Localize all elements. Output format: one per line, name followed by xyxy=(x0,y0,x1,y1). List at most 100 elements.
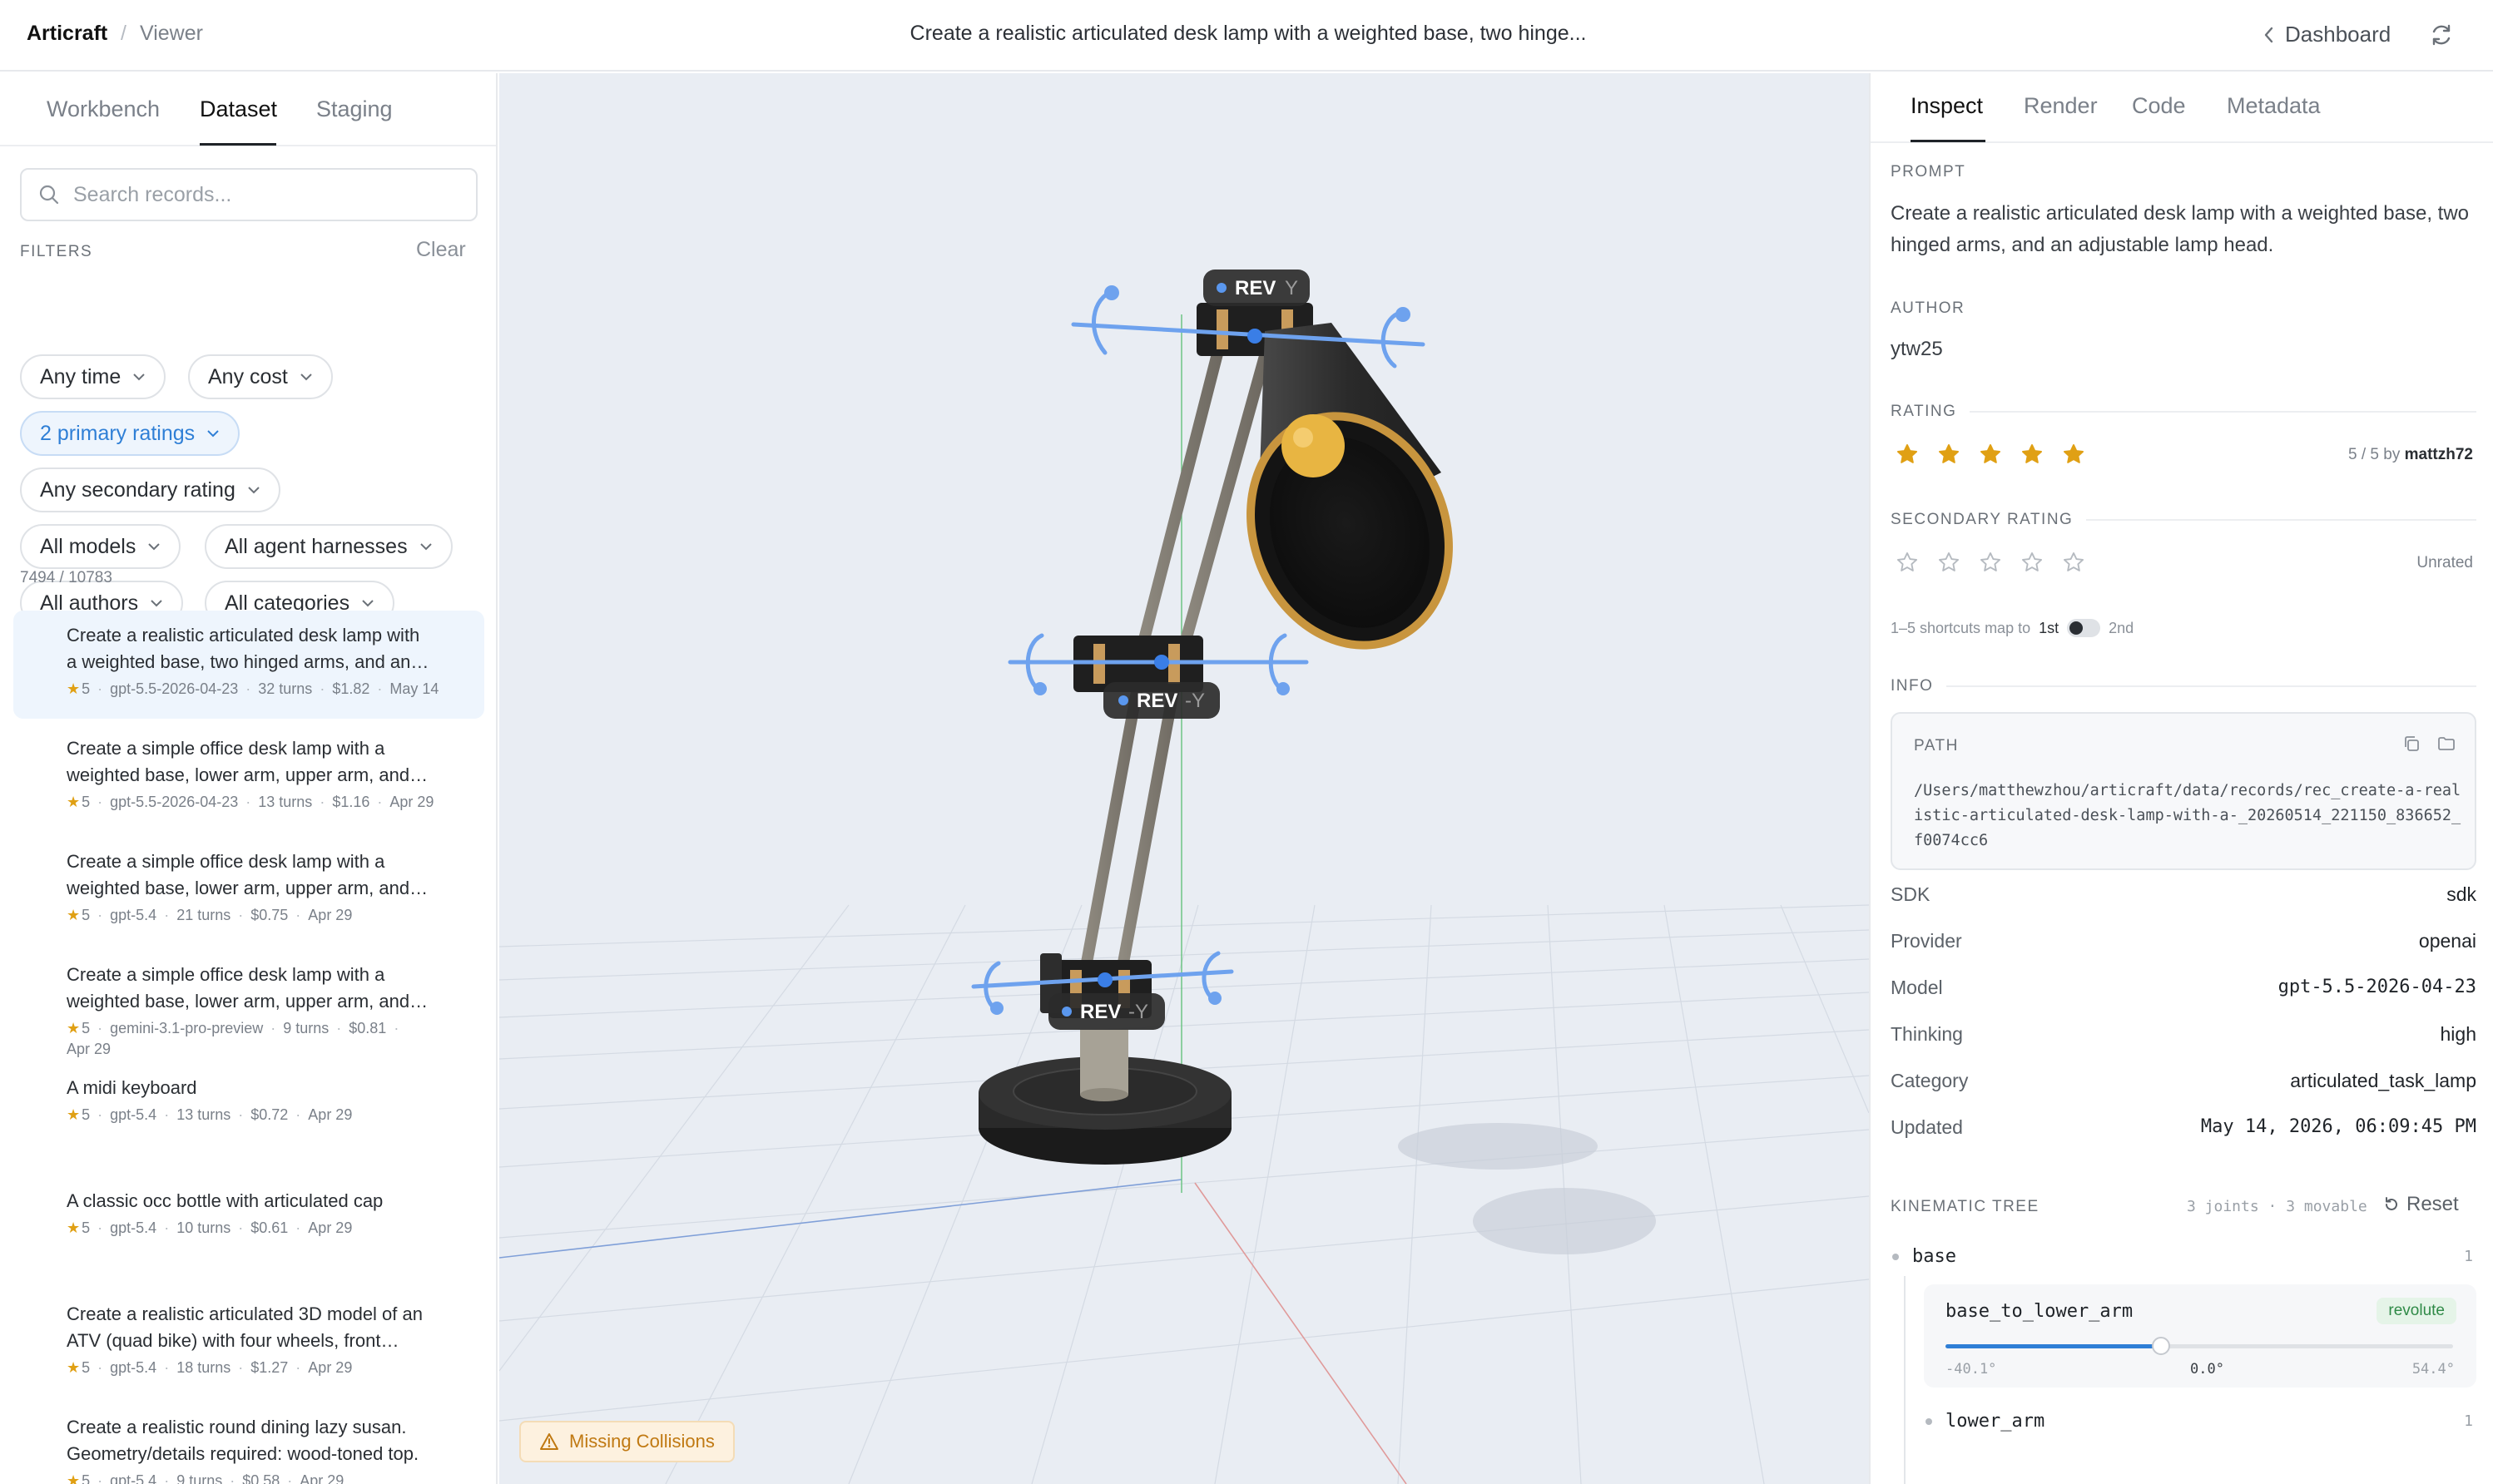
tab-metadata[interactable]: Metadata xyxy=(2227,93,2321,119)
record-item[interactable]: Create a simple office desk lamp with a … xyxy=(13,950,484,1058)
gizmo-handle[interactable] xyxy=(1033,682,1047,695)
record-meta: ★ 5 · gpt-5.4 · 13 turns · $0.72 · Apr 29 xyxy=(67,1106,449,1124)
section-label: INFO xyxy=(1891,677,1934,695)
record-date: Apr 29 xyxy=(389,794,434,810)
refresh-icon[interactable] xyxy=(2428,22,2455,48)
info-row-sdk: SDK sdk xyxy=(1891,883,2476,906)
joint-pivot[interactable] xyxy=(1154,655,1169,670)
brand-logo[interactable]: Articraft xyxy=(27,22,107,46)
meta-separator: · xyxy=(238,1219,244,1236)
tab-staging[interactable]: Staging xyxy=(316,96,393,122)
secondary-star-1-icon[interactable] xyxy=(1896,551,1919,574)
record-turns: 13 turns xyxy=(258,794,313,810)
gizmo-handle[interactable] xyxy=(1276,682,1290,695)
record-title: Create a realistic round dining lazy sus… xyxy=(67,1417,419,1464)
meta-separator: · xyxy=(97,680,103,697)
record-model: gpt-5.4 xyxy=(110,1472,157,1484)
search-box[interactable] xyxy=(20,168,478,221)
record-item[interactable]: A classic occ bottle with articulated ca… xyxy=(13,1176,484,1284)
star-icon: ★ xyxy=(67,1472,81,1484)
tree-node-lower-arm[interactable]: lower_arm xyxy=(1926,1411,2044,1432)
record-meta: ★ 5 · gpt-5.4 · 21 turns · $0.75 · Apr 29 xyxy=(67,907,449,924)
filter-agent-harnesses[interactable]: All agent harnesses xyxy=(205,524,453,569)
secondary-star-3-icon[interactable] xyxy=(1979,551,2002,574)
chevron-down-icon xyxy=(248,487,260,494)
breadcrumb-viewer: Viewer xyxy=(140,22,203,45)
meta-separator: · xyxy=(295,1219,301,1236)
record-item[interactable]: Create a realistic articulated 3D model … xyxy=(13,1289,484,1397)
secondary-rating-stars[interactable] xyxy=(1896,551,2085,574)
star-icon: ★ xyxy=(67,1020,81,1036)
gizmo-handle[interactable] xyxy=(990,1002,1004,1015)
record-turns: 9 turns xyxy=(176,1472,223,1484)
filter-time[interactable]: Any time xyxy=(20,354,166,399)
rating-star-3-icon[interactable] xyxy=(1979,443,2002,466)
tag-axis: -Y xyxy=(1185,690,1205,712)
filter-primary-rating[interactable]: 2 primary ratings xyxy=(20,411,240,456)
rating-text: 5 / 5 by xyxy=(2348,446,2401,463)
joint-tag-middle[interactable]: REV -Y xyxy=(1103,682,1220,719)
joint-pivot[interactable] xyxy=(1098,972,1113,987)
rating-star-4-icon[interactable] xyxy=(2020,443,2044,466)
clear-filters-button[interactable]: Clear xyxy=(416,238,466,262)
info-key: Model xyxy=(1891,977,1943,998)
gizmo-handle[interactable] xyxy=(1395,307,1410,322)
joint-tag-top[interactable]: REV Y xyxy=(1203,270,1310,306)
record-item[interactable]: Create a simple office desk lamp with a … xyxy=(13,837,484,945)
path-value[interactable]: /Users/matthewzhou/articraft/data/record… xyxy=(1914,779,2463,853)
warning-label: Missing Collisions xyxy=(569,1431,715,1452)
meta-separator: · xyxy=(336,1020,342,1036)
lamp-scene[interactable]: REV Y REV -Y REV -Y xyxy=(499,73,1869,1484)
record-item[interactable]: Create a realistic round dining lazy sus… xyxy=(13,1402,484,1484)
rating-user[interactable]: mattzh72 xyxy=(2405,446,2473,463)
tab-render[interactable]: Render xyxy=(2024,93,2098,119)
secondary-star-5-icon[interactable] xyxy=(2062,551,2085,574)
filter-cost[interactable]: Any cost xyxy=(188,354,333,399)
tab-dataset[interactable]: Dataset xyxy=(200,96,277,122)
info-value: May 14, 2026, 06:09:45 PM xyxy=(2200,1116,2476,1137)
record-item[interactable]: Create a simple office desk lamp with a … xyxy=(13,724,484,832)
reset-button[interactable]: Reset xyxy=(2383,1193,2459,1216)
tree-node-base[interactable]: base xyxy=(1892,1246,1956,1267)
tag-kind: REV xyxy=(1137,690,1177,712)
record-date: Apr 29 xyxy=(67,1041,112,1057)
rating-star-1-icon[interactable] xyxy=(1896,443,1919,466)
joint-slider[interactable] xyxy=(1945,1337,2453,1355)
star-icon: ★ xyxy=(67,1106,81,1123)
record-item[interactable]: A midi keyboard ★ 5 · gpt-5.4 · 13 turns · $0.72… xyxy=(13,1063,484,1171)
search-input[interactable] xyxy=(73,182,456,207)
rating-star-5-icon[interactable] xyxy=(2062,443,2085,466)
folder-icon[interactable] xyxy=(2436,734,2456,754)
record-title: A midi keyboard xyxy=(67,1077,197,1098)
prompt-text: Create a realistic articulated desk lamp… xyxy=(1891,202,2470,256)
record-title: Create a simple office desk lamp with a … xyxy=(67,851,410,898)
meta-separator: · xyxy=(287,1472,293,1484)
section-rating: RATING xyxy=(1891,403,2476,421)
lamp-base[interactable] xyxy=(979,1030,1232,1165)
gizmo-handle[interactable] xyxy=(1104,285,1119,300)
rating-star-2-icon[interactable] xyxy=(1937,443,1960,466)
active-tab-indicator xyxy=(200,143,276,146)
joint-tag-bottom[interactable]: REV -Y xyxy=(1048,993,1165,1030)
filter-secondary-rating[interactable]: Any secondary rating xyxy=(20,467,280,512)
secondary-star-2-icon[interactable] xyxy=(1937,551,1960,574)
secondary-star-4-icon[interactable] xyxy=(2020,551,2044,574)
missing-collisions-warning[interactable]: Missing Collisions xyxy=(519,1421,735,1462)
copy-icon[interactable] xyxy=(2401,734,2421,754)
record-meta: ★ 5 · gpt-5.5-2026-04-23 · 13 turns · $1.16 · Apr… xyxy=(67,794,449,811)
primary-rating-stars[interactable] xyxy=(1896,443,2085,466)
tab-workbench[interactable]: Workbench xyxy=(47,96,160,122)
record-rating: 5 xyxy=(82,680,91,697)
joint-pivot[interactable] xyxy=(1247,329,1262,344)
gizmo-handle[interactable] xyxy=(1208,992,1222,1005)
slider-handle[interactable] xyxy=(2151,1337,2170,1355)
3d-viewport[interactable]: REV Y REV -Y REV -Y Missing Collisions xyxy=(499,73,1869,1484)
record-item[interactable]: Create a realistic articulated desk lamp… xyxy=(13,611,484,719)
filter-models[interactable]: All models xyxy=(20,524,181,569)
info-row-thinking: Thinking high xyxy=(1891,1023,2476,1046)
shortcut-toggle[interactable] xyxy=(2067,619,2101,637)
dashboard-link[interactable]: Dashboard xyxy=(2263,22,2391,47)
tab-code[interactable]: Code xyxy=(2132,93,2186,119)
tab-inspect[interactable]: Inspect xyxy=(1911,93,1983,119)
chevron-down-icon xyxy=(300,373,312,381)
